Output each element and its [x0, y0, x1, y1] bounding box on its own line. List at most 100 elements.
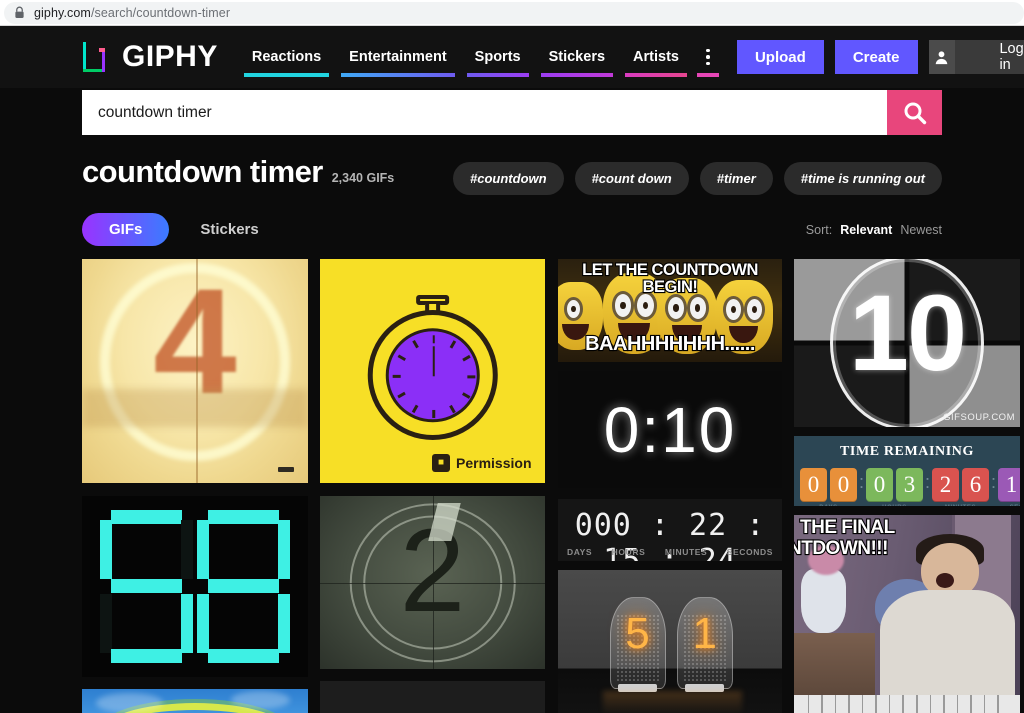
sort-option-relevant[interactable]: Relevant — [840, 223, 892, 237]
gif-tile-lcd-countdown[interactable]: 000 : 22 : 15 : 24 DAYS HOURS MINUTES SE… — [558, 499, 782, 561]
timer-value: 0:10 — [603, 393, 737, 466]
tab-stickers[interactable]: Stickers — [173, 213, 285, 246]
avatar-glyph — [936, 50, 948, 64]
results-header: countdown timer 2,340 GIFs #countdown #c… — [0, 154, 1024, 195]
gif-tile-seven-segment-58[interactable] — [82, 496, 308, 677]
flip-group-hours: 03 HOURS — [866, 468, 924, 506]
search-icon — [904, 102, 926, 124]
search-button[interactable] — [887, 90, 942, 135]
filter-row: GIFs Stickers Sort: Relevant Newest — [0, 213, 1024, 246]
nav-label: Entertainment — [349, 49, 447, 65]
nav-underline — [696, 73, 719, 77]
nixie-tube: 1 — [676, 597, 733, 692]
flip-group-seconds: 15 SECONDS — [998, 468, 1020, 506]
browser-toolbar: giphy.com/search/countdown-timer — [0, 0, 1024, 26]
flip-label: HOURS — [882, 505, 907, 506]
address-bar[interactable]: giphy.com/search/countdown-timer — [4, 1, 1024, 24]
gif-tile-film-leader-2[interactable]: 2 — [320, 496, 545, 669]
flip-label: DAYS — [819, 505, 838, 506]
time-remaining-title: TIME REMAINING — [839, 444, 975, 459]
lock-icon — [15, 6, 24, 18]
create-button[interactable]: Create — [834, 40, 918, 74]
gif-tile-nixie-tubes[interactable]: 5 1 — [558, 570, 782, 713]
lcd-label-hours: HOURS — [611, 546, 646, 557]
flip-group-minutes: 26 MINUTES — [932, 468, 990, 506]
gif-tile-film-leader-10[interactable]: 10 GIFSOUP.COM — [794, 259, 1020, 427]
tag-chip-countdown[interactable]: #countdown — [453, 162, 564, 195]
gif-tile-time-remaining[interactable]: TIME REMAINING 00 DAYS : 03 HOURS — [794, 436, 1020, 506]
gif-tile-yellow-stopwatch[interactable]: ■ Permission — [320, 259, 545, 483]
stopwatch-icon — [367, 310, 498, 441]
sort-control: Sort: Relevant Newest — [806, 223, 942, 237]
tab-gifs[interactable]: GIFs — [82, 213, 170, 246]
nav-item-entertainment[interactable]: Entertainment — [335, 37, 461, 77]
gif-tile-film-leader-4[interactable]: 4 — [82, 259, 308, 483]
sort-option-newest[interactable]: Newest — [900, 223, 942, 237]
gif-tile-black-timer[interactable]: 0:10 — [558, 371, 782, 488]
kebab-menu-icon[interactable] — [693, 37, 723, 77]
tag-chip-time-is-running-out[interactable]: #time is running out — [783, 162, 942, 195]
film-digit: 10 — [848, 272, 967, 394]
gif-art: 4 — [82, 259, 308, 483]
gif-tile-sky-arc[interactable] — [82, 689, 308, 713]
seven-segment-digit-8 — [196, 509, 291, 665]
nav-label: Sports — [474, 49, 521, 65]
gif-grid: 4 ■ Permission 2 LET THE COUNTDOWN BEGIN… — [82, 259, 1020, 713]
site-header: GIPHY Reactions Entertainment Sports Sti… — [0, 26, 1024, 88]
gif-tile-minions-countdown[interactable]: LET THE COUNTDOWN BEGIN! BAAHHHHHHH.....… — [558, 259, 782, 362]
gif-art: TIME REMAINING 00 DAYS : 03 HOURS — [794, 436, 1020, 506]
url-path: /search/countdown-timer — [90, 5, 231, 20]
search-input[interactable] — [82, 90, 887, 135]
gif-art — [82, 689, 308, 713]
tag-chip-timer[interactable]: #timer — [699, 162, 773, 195]
url-domain: giphy.com — [34, 5, 91, 20]
meme-top-text: LET THE COUNTDOWN BEGIN! — [581, 261, 759, 296]
nixie-tube: 5 — [609, 597, 666, 692]
upload-button[interactable]: Upload — [736, 40, 824, 74]
gif-art: 10 GIFSOUP.COM — [794, 259, 1020, 427]
giphy-logo[interactable]: GIPHY — [82, 41, 218, 73]
watermark-gifsoup: GIFSOUP.COM — [943, 412, 1015, 423]
gif-art: 5 1 — [558, 570, 782, 713]
gif-art: 0:10 — [558, 371, 782, 488]
results-title-group: countdown timer 2,340 GIFs — [82, 154, 394, 190]
nav-item-stickers[interactable]: Stickers — [535, 37, 619, 77]
keyboard — [794, 694, 1020, 713]
tag-chip-count-down[interactable]: #count down — [574, 162, 689, 195]
flip-label: SECONDS — [1010, 505, 1020, 506]
nav-underline — [243, 73, 330, 77]
results-count: 2,340 GIFs — [331, 171, 395, 185]
nav-item-sports[interactable]: Sports — [461, 37, 535, 77]
watermark-text: Permission — [456, 454, 532, 471]
search-bar — [0, 90, 1024, 135]
nav-label: Artists — [633, 49, 679, 65]
user-avatar-icon[interactable] — [928, 40, 956, 74]
permission-logo-icon: ■ — [432, 453, 451, 472]
gif-tile-placeholder[interactable] — [320, 681, 545, 713]
meme-bottom-text: BAAHHHHHHH...... — [584, 333, 756, 355]
nav-underline — [625, 73, 687, 77]
main-nav: Reactions Entertainment Sports Stickers … — [238, 35, 723, 79]
lcd-unit-labels: DAYS HOURS MINUTES SECONDS — [567, 547, 773, 557]
flip-clock: 00 DAYS : 03 HOURS : 26 — [800, 468, 1020, 506]
meme-second-line-text: NTDOWN!!! — [794, 538, 890, 559]
nav-item-reactions[interactable]: Reactions — [238, 37, 335, 77]
flip-label: MINUTES — [945, 505, 976, 506]
nixie-digit: 5 — [625, 609, 650, 659]
gif-tile-final-countdown-meme[interactable]: THE FINAL NTDOWN!!! — [794, 515, 1020, 713]
gif-art: THE FINAL NTDOWN!!! — [794, 515, 1020, 713]
gif-art — [82, 496, 308, 677]
nav-underline — [540, 73, 614, 77]
nav-label: Reactions — [251, 49, 322, 65]
meme-top-text: THE FINAL — [799, 517, 896, 538]
seven-segment-digit-5 — [99, 509, 194, 665]
lcd-label-minutes: MINUTES — [664, 546, 708, 557]
content-type-tabs: GIFs Stickers — [82, 213, 286, 246]
nav-item-artists[interactable]: Artists — [619, 37, 693, 77]
url-text: giphy.com/search/countdown-timer — [34, 6, 230, 20]
account-area: Log in — [928, 40, 1024, 74]
watermark-permission: ■ Permission — [432, 453, 532, 472]
page-title: countdown timer — [82, 154, 323, 189]
flip-group-days: 00 DAYS — [800, 468, 857, 506]
login-button[interactable]: Log in — [955, 40, 1024, 74]
